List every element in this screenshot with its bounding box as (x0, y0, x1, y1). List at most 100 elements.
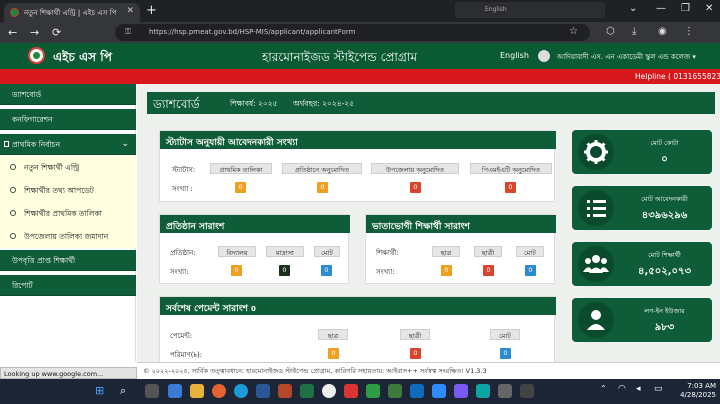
status-badge[interactable]: 0 (505, 182, 516, 193)
back-icon[interactable]: ← (8, 26, 17, 39)
page-title: ড্যাশবোর্ড (153, 97, 200, 111)
app-icon[interactable] (476, 384, 490, 398)
sidebar-item-configuration[interactable]: কনফিগারেশন (0, 109, 136, 130)
sidebar-item-label: কনফিগারেশন (12, 115, 53, 124)
volume-icon[interactable]: ◂ (636, 384, 641, 394)
tab-close-icon[interactable]: ✕ (126, 6, 134, 16)
stat-card-students: মোট শিক্ষার্থী ৪,৫০২,০৭৩ (572, 242, 712, 286)
forward-icon[interactable]: → (30, 26, 39, 39)
amount-label: পরিমাণ(৳): (170, 351, 203, 359)
browser-toolbar: ← → ⟳ ⚿ https://hsp.pmeat.gov.bd/HSP-MIS… (0, 22, 720, 43)
app-icon[interactable] (454, 384, 468, 398)
app-icon[interactable] (366, 384, 380, 398)
type-label: শিক্ষার্থী: (376, 249, 399, 257)
app-icon[interactable] (344, 384, 358, 398)
sidebar-subitem-primary-list[interactable]: শিক্ষার্থীর প্রাথমিক তালিকা (0, 202, 136, 225)
windows-start-icon[interactable]: ⊞ (95, 384, 104, 397)
app-icon[interactable] (388, 384, 402, 398)
status-badge[interactable]: 0 (410, 182, 421, 193)
profile-icon[interactable]: ◉ (658, 26, 667, 37)
stat-value: ৪৩৯৬২৯৬ (641, 210, 688, 221)
status-badge[interactable]: 0 (235, 182, 246, 193)
minimize-icon[interactable]: — (656, 3, 666, 14)
status-panel: স্ট্যাটাস অনুযায়ী আবেদনকারী সংখ্যা স্ট্… (159, 130, 556, 202)
status-badge[interactable]: 0 (317, 182, 328, 193)
task-view-icon[interactable] (145, 384, 159, 398)
sidebar-item-dashboard[interactable]: ড্যাশবোর্ড (0, 84, 136, 105)
govt-logo-icon[interactable] (28, 47, 45, 64)
site-title: হারমোনাইজড স্টাইপেন্ড প্রোগ্রাম (262, 50, 418, 64)
avatar[interactable] (538, 50, 550, 62)
browser-tab[interactable]: নতুন শিক্ষার্থী এন্ট্রি | এইচ এস পি ✕ (4, 3, 140, 22)
users-group-icon (578, 246, 614, 282)
column-header: ছাত্রী (474, 246, 502, 257)
sidebar-item-stipend-students[interactable]: উপবৃত্তি প্রাপ্ত শিক্ষার্থী (0, 250, 136, 271)
column-header: মোট (516, 246, 544, 257)
app-icon[interactable] (498, 384, 512, 398)
lock-icon[interactable]: ⚿ (125, 27, 131, 37)
powerpoint-icon[interactable] (278, 384, 292, 398)
amount-badge[interactable]: 0 (500, 348, 511, 359)
url-text[interactable]: https://hsp.pmeat.gov.bd/HSP-MIS/applica… (149, 28, 355, 36)
widgets-icon[interactable] (168, 384, 182, 398)
count-label: সংখ্যা: (376, 268, 395, 276)
sidebar-item-report[interactable]: রিপোর্ট (0, 275, 136, 296)
count-badge[interactable]: 0 (321, 265, 332, 276)
amount-badge[interactable]: 0 (410, 348, 421, 359)
menu-dots-icon[interactable]: ⋮ (684, 26, 694, 37)
language-switch[interactable]: English (500, 51, 529, 60)
download-icon[interactable]: ⤓ (632, 26, 636, 37)
count-badge[interactable]: 0 (483, 265, 494, 276)
count-label: সংখ্যা : (172, 185, 193, 193)
stat-card-logged-in: লগ-ইন ইউজার ৯৮৩ (572, 298, 712, 342)
app-icon[interactable] (520, 384, 534, 398)
extension-icon[interactable]: ⬡ (606, 26, 615, 37)
column-header: প্রতিষ্ঠানে অনুমোদিত (282, 163, 362, 174)
user-menu[interactable]: আদিয়াবাদী এস. এন একাডেমী স্কুল এন্ড কলে… (557, 51, 696, 63)
word-icon[interactable] (256, 384, 270, 398)
status-label: স্ট্যাটাস: (172, 166, 196, 174)
sidebar-subitem-new-entry[interactable]: নতুন শিক্ষার্থী এন্ট্রি (0, 156, 136, 179)
file-explorer-icon[interactable] (190, 384, 204, 398)
edge-icon[interactable] (234, 384, 248, 398)
sidebar-subitem-info-update[interactable]: শিক্ষার্থীর তথ্য আপডেট (0, 179, 136, 202)
firefox-icon[interactable] (212, 384, 226, 398)
circle-icon (10, 187, 16, 193)
maximize-icon[interactable]: ❐ (681, 3, 690, 14)
count-badge[interactable]: 0 (231, 265, 242, 276)
zoom-icon[interactable] (432, 384, 446, 398)
excel-icon[interactable] (300, 384, 314, 398)
helpline-bar: Helpline ( 01316558230, 0 (0, 69, 720, 84)
wifi-icon[interactable]: ◠ (618, 384, 626, 394)
app-icon[interactable] (410, 384, 424, 398)
count-badge[interactable]: 0 (441, 265, 452, 276)
chevron-down-icon[interactable]: ⌄ (121, 139, 129, 149)
user-icon (578, 302, 614, 338)
bookmark-star-icon[interactable]: ☆ (569, 26, 578, 37)
gear-icon (578, 134, 614, 170)
tray-chevron-icon[interactable]: ⌃ (600, 384, 607, 393)
payment-panel: সর্বশেষ পেমেন্ট সারাংশ 0 পেমেন্ট: পরিমাণ… (159, 296, 556, 362)
taskbar-clock[interactable]: 7:03 AM 4/28/2025 (676, 382, 716, 400)
tab-search-icon[interactable]: ⌄ (629, 3, 637, 14)
payment-label: পেমেন্ট: (170, 332, 193, 340)
panel-title: ভাতাভোগী শিক্ষার্থী সারাংশ (366, 215, 556, 233)
sidebar-item-primary-selection[interactable]: প্রাথমিক নির্বাচন ⌄ (0, 134, 136, 155)
payment-title: সর্বশেষ পেমেন্ট সারাংশ (166, 304, 248, 314)
amount-badge[interactable]: 0 (328, 348, 339, 359)
count-badge[interactable]: 0 (525, 265, 536, 276)
new-tab-button[interactable]: + (146, 3, 157, 18)
panel-title: সর্বশেষ পেমেন্ট সারাংশ 0 (160, 297, 556, 315)
brand-name[interactable]: এইচ এস পি (53, 49, 112, 69)
url-bar[interactable]: ⚿ https://hsp.pmeat.gov.bd/HSP-MIS/appli… (115, 24, 590, 41)
chrome-icon[interactable] (322, 384, 336, 398)
count-badge[interactable]: 0 (279, 265, 290, 276)
reload-icon[interactable]: ⟳ (52, 26, 61, 39)
browser-search-hint[interactable]: English (455, 2, 605, 18)
close-window-icon[interactable]: ✕ (705, 3, 713, 14)
sidebar-subitem-submit-upazila[interactable]: উপজেলায় তালিকা জমাদান (0, 225, 136, 248)
search-icon[interactable]: ⌕ (120, 384, 126, 398)
battery-icon[interactable]: ▭ (654, 384, 663, 394)
clock-date: 4/28/2025 (680, 391, 716, 399)
column-header: ছাত্র (432, 246, 460, 257)
